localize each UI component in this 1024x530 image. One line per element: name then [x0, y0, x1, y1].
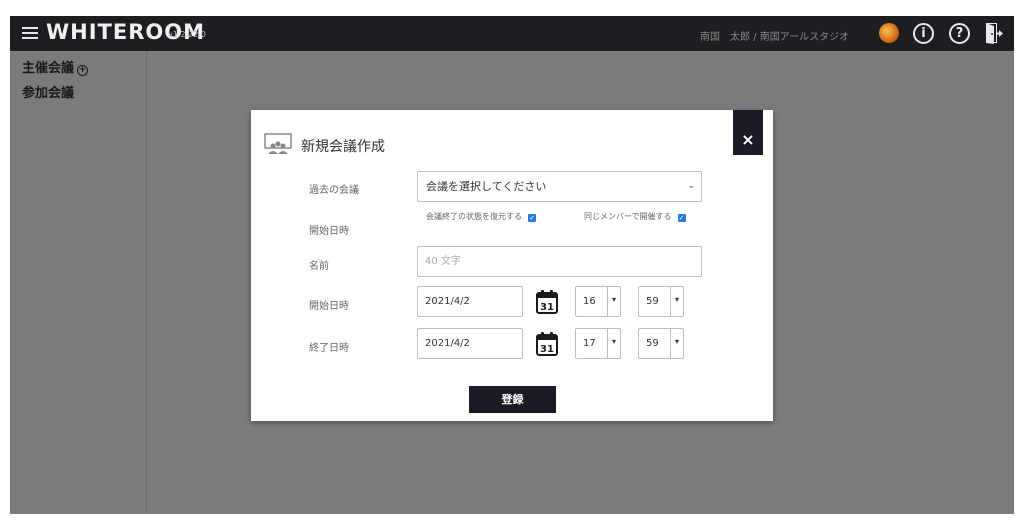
caret-down-icon[interactable]: ▾	[607, 329, 620, 358]
dialog-title: 新規会議作成	[301, 139, 385, 155]
start-datetime-label-top: 開始日時	[309, 226, 349, 237]
info-icon[interactable]: i	[913, 23, 934, 44]
sidebar-item-label: 主催会議	[22, 61, 75, 76]
sidebar-item-host-meetings[interactable]: 主催会議 +	[22, 57, 89, 76]
user-label: 南国 太郎 / 南国アールスタジオ	[700, 32, 850, 43]
sidebar-item-label: 参加会議	[22, 86, 75, 101]
caret-down-icon[interactable]: ▾	[670, 287, 683, 316]
menu-icon[interactable]	[22, 24, 38, 40]
calendar-icon[interactable]: 31	[536, 332, 558, 356]
end-hour-value: 17	[583, 338, 596, 349]
top-bar: WHITEROOM v1.2.22.0 南国 太郎 / 南国アールスタジオ i …	[10, 16, 1014, 51]
calendar-day-text: 31	[540, 344, 554, 355]
avatar[interactable]	[879, 23, 899, 43]
app-version: v1.2.22.0	[168, 30, 206, 39]
end-datetime-label: 終了日時	[309, 343, 349, 354]
same-members-checkbox[interactable]: ✓	[677, 214, 686, 222]
new-meeting-dialog: × 新規会議作成 過去の会議 会議を選択してください ⌄ 会議終了の状態を復元す…	[251, 110, 773, 421]
meeting-group-icon	[264, 133, 292, 154]
name-label: 名前	[309, 261, 329, 272]
end-minute-value: 59	[646, 338, 659, 349]
start-minute-value: 59	[646, 296, 659, 307]
caret-down-icon[interactable]: ▾	[607, 287, 620, 316]
caret-down-icon[interactable]: ▾	[670, 329, 683, 358]
logout-icon[interactable]	[983, 21, 1007, 45]
start-datetime-label: 開始日時	[309, 301, 349, 312]
past-meeting-select[interactable]: 会議を選択してください ⌄	[417, 171, 702, 202]
calendar-icon[interactable]: 31	[536, 290, 558, 314]
past-meeting-label: 過去の会議	[309, 185, 359, 196]
restore-state-label: 会議終了の状態を復元する	[426, 212, 522, 221]
restore-state-option[interactable]: 会議終了の状態を復元する ✓	[426, 211, 536, 222]
close-button[interactable]: ×	[733, 110, 763, 155]
app-window: WHITEROOM v1.2.22.0 南国 太郎 / 南国アールスタジオ i …	[10, 16, 1014, 514]
same-members-label: 同じメンバーで開催する	[584, 212, 672, 221]
register-button[interactable]: 登録	[469, 386, 556, 413]
restore-state-checkbox[interactable]: ✓	[528, 214, 536, 222]
name-placeholder: 40 文字	[425, 256, 461, 267]
end-hour-select[interactable]: 17 ▾	[575, 328, 621, 359]
past-meeting-value: 会議を選択してください	[426, 180, 547, 193]
start-date-input[interactable]: 2021/4/2	[417, 286, 523, 317]
start-hour-select[interactable]: 16 ▾	[575, 286, 621, 317]
chevron-down-icon: ⌄	[687, 181, 695, 191]
end-minute-select[interactable]: 59 ▾	[638, 328, 684, 359]
same-members-option[interactable]: 同じメンバーで開催する ✓	[584, 211, 686, 222]
sidebar: 主催会議 + 参加会議	[10, 51, 147, 514]
start-minute-select[interactable]: 59 ▾	[638, 286, 684, 317]
sidebar-item-joined-meetings[interactable]: 参加会議	[22, 82, 74, 101]
help-icon[interactable]: ?	[949, 23, 970, 44]
end-date-input[interactable]: 2021/4/2	[417, 328, 523, 359]
add-circle-icon[interactable]: +	[77, 65, 89, 76]
calendar-day-text: 31	[540, 302, 554, 313]
name-input[interactable]: 40 文字	[417, 246, 702, 277]
start-hour-value: 16	[583, 296, 596, 307]
